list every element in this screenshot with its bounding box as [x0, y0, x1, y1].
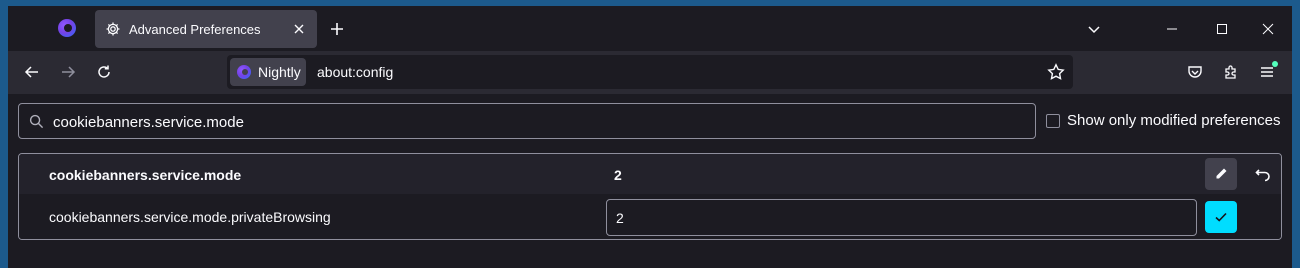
identity-box[interactable]: Nightly	[230, 58, 306, 86]
minimize-icon[interactable]	[1162, 19, 1182, 39]
pref-value-input[interactable]	[606, 199, 1197, 236]
tab-title: Advanced Preferences	[129, 21, 261, 37]
reload-icon[interactable]	[95, 63, 113, 81]
pencil-icon	[1216, 168, 1227, 179]
undo-icon	[1255, 169, 1270, 182]
show-modified-checkbox[interactable]	[1046, 113, 1060, 128]
back-icon[interactable]	[23, 63, 41, 81]
update-badge	[1272, 61, 1278, 67]
about-config-page: Show only modified preferences cookieban…	[8, 94, 1292, 268]
search-field[interactable]	[18, 103, 1036, 139]
search-icon	[29, 114, 44, 129]
url-bar[interactable]: Nightly about:config	[227, 55, 1073, 89]
extensions-icon[interactable]	[1222, 63, 1240, 81]
menu-icon[interactable]	[1258, 61, 1278, 81]
show-modified-toggle[interactable]: Show only modified preferences	[1046, 112, 1280, 129]
firefox-icon	[237, 65, 251, 79]
preferences-table: cookiebanners.service.mode 2 cookiebanne…	[18, 153, 1282, 240]
url-text[interactable]: about:config	[317, 64, 393, 80]
close-window-icon[interactable]	[1258, 19, 1278, 39]
table-row[interactable]: cookiebanners.service.mode 2	[19, 154, 1281, 194]
reset-button[interactable]	[1249, 160, 1277, 188]
show-modified-label: Show only modified preferences	[1067, 112, 1281, 129]
forward-icon	[59, 63, 77, 81]
save-button[interactable]	[1205, 201, 1237, 233]
maximize-icon[interactable]	[1212, 19, 1232, 39]
plus-icon[interactable]	[328, 20, 346, 38]
pocket-icon[interactable]	[1186, 63, 1204, 81]
edit-button[interactable]	[1205, 158, 1237, 190]
table-row[interactable]: cookiebanners.service.mode.privateBrowsi…	[19, 194, 1281, 239]
pref-name: cookiebanners.service.mode	[49, 167, 242, 183]
firefox-icon[interactable]	[58, 19, 76, 37]
chevron-down-icon[interactable]	[1086, 21, 1102, 37]
close-icon[interactable]	[291, 21, 307, 37]
tab-advanced-preferences[interactable]: Advanced Preferences	[95, 10, 317, 48]
star-icon[interactable]	[1047, 63, 1065, 81]
pref-name: cookiebanners.service.mode.privateBrowsi…	[49, 209, 331, 225]
navigation-toolbar: Nightly about:config	[8, 51, 1292, 94]
tab-strip: Advanced Preferences	[8, 6, 1292, 51]
gear-icon	[106, 22, 120, 36]
browser-window: Advanced Preferences Nightly about:confi…	[8, 6, 1292, 268]
pref-value: 2	[614, 167, 622, 183]
identity-label: Nightly	[258, 64, 301, 80]
search-input[interactable]	[51, 110, 1015, 134]
checkmark-icon	[1215, 212, 1227, 222]
